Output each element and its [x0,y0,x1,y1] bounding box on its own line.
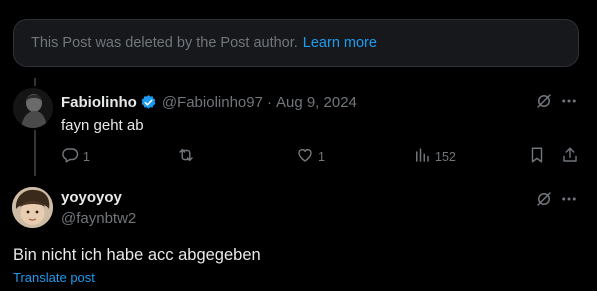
like-button[interactable]: 1 [296,146,325,167]
post-date[interactable]: Aug 9, 2024 [276,94,357,111]
repost-icon [176,146,196,167]
more-icon[interactable] [560,190,578,208]
avatar-photo [13,88,53,128]
translate-post-link[interactable]: Translate post [13,270,95,285]
post-thread: This Post was deleted by the Post author… [0,0,597,291]
user-handle[interactable]: @faynbtw2 [61,210,136,227]
views-button[interactable]: 152 [413,146,456,167]
user-name[interactable]: Fabiolinho [61,94,137,111]
user-handle[interactable]: @Fabiolinho97 [162,94,263,111]
grok-icon[interactable] [535,92,553,110]
verified-badge-icon [140,94,157,111]
bookmark-button[interactable] [528,146,546,167]
reply-count: 1 [83,149,90,164]
thread-line [34,130,36,176]
separator-dot: · [266,93,272,111]
deleted-notice-text: This Post was deleted by the Post author… [31,35,298,51]
avatar-photo [12,187,53,228]
grok-icon[interactable] [535,190,553,208]
like-icon [296,146,314,167]
reply-text: fayn geht ab [61,117,144,134]
deleted-post-notice: This Post was deleted by the Post author… [13,19,579,67]
reply-icon [61,146,79,167]
post-text: Bin nicht ich habe acc abgegeben [13,246,261,264]
thread-line [34,78,36,86]
more-icon[interactable] [560,92,578,110]
avatar[interactable] [12,187,53,228]
views-count: 152 [435,149,456,164]
share-button[interactable] [561,146,579,167]
bookmark-icon [528,146,546,167]
user-name[interactable]: yoyoyoy [61,189,122,206]
repost-button[interactable] [176,146,200,167]
like-count: 1 [318,149,325,164]
views-icon [413,146,431,167]
learn-more-link[interactable]: Learn more [303,35,377,51]
action-bar: 1 1 152 [61,146,581,166]
share-icon [561,146,579,167]
reply-button[interactable]: 1 [61,146,90,167]
reply-header: Fabiolinho @Fabiolinho97 · Aug 9, 2024 [61,93,357,111]
avatar[interactable] [13,88,53,128]
